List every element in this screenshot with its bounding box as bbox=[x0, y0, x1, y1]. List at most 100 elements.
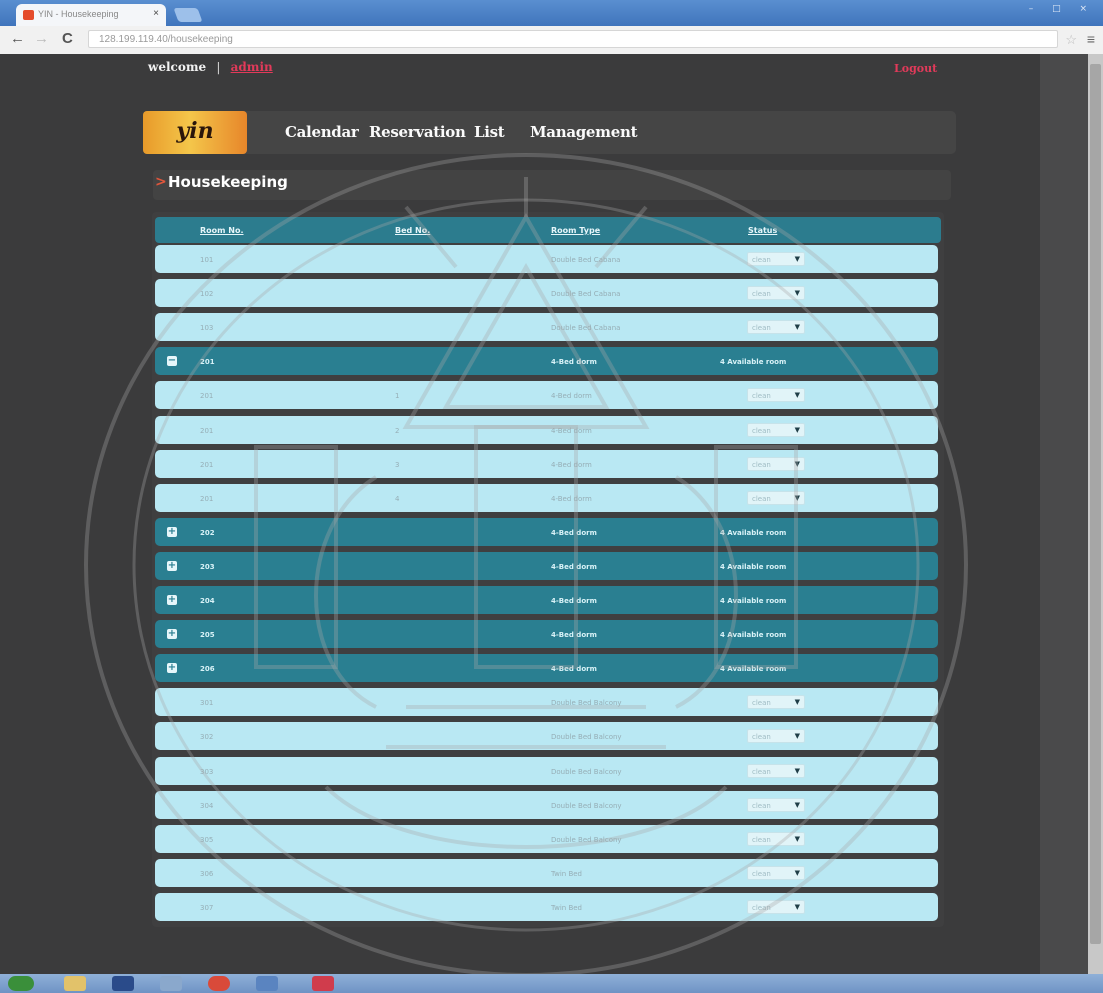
tab-close-icon[interactable]: × bbox=[153, 8, 159, 19]
table-row: 101 Double Bed Cabana clean ▼ bbox=[155, 245, 938, 273]
room-number: 102 bbox=[200, 290, 214, 299]
status-select[interactable]: clean ▼ bbox=[747, 797, 805, 812]
room-type: Double Bed Balcony bbox=[551, 835, 622, 844]
room-number: 302 bbox=[200, 733, 214, 742]
status-select[interactable]: clean ▼ bbox=[747, 763, 805, 778]
room-type: 4-Bed dorm bbox=[551, 358, 597, 367]
table-row: 305 Double Bed Balcony clean ▼ bbox=[155, 824, 938, 853]
room-type: Double Bed Cabana bbox=[551, 256, 621, 264]
app-icon[interactable] bbox=[160, 976, 182, 991]
status-value: clean bbox=[752, 801, 771, 810]
scrollbar-thumb[interactable] bbox=[1090, 64, 1101, 944]
status-select[interactable]: clean ▼ bbox=[747, 729, 805, 744]
room-number: 205 bbox=[200, 631, 215, 640]
tab-title: YIN - Housekeeping bbox=[38, 9, 119, 19]
chrome-icon[interactable] bbox=[208, 976, 230, 991]
status-select[interactable]: clean ▼ bbox=[747, 695, 805, 710]
photoshop-icon[interactable] bbox=[112, 976, 134, 991]
room-group-row[interactable]: +202 4-Bed dorm 4 Available room bbox=[155, 517, 938, 546]
caret-down-icon: ▼ bbox=[794, 902, 800, 911]
status-select[interactable]: clean ▼ bbox=[747, 252, 805, 266]
status-value: clean bbox=[752, 290, 771, 299]
status-select[interactable]: clean ▼ bbox=[747, 286, 805, 301]
bed-number: 4 bbox=[395, 494, 400, 503]
table-row: 303 Double Bed Balcony clean ▼ bbox=[155, 756, 938, 785]
column-header-room-type[interactable]: Room Type bbox=[551, 226, 600, 235]
room-type: Double Bed Balcony bbox=[551, 699, 622, 708]
page-side-margin bbox=[1040, 54, 1090, 974]
caret-down-icon: ▼ bbox=[794, 323, 800, 332]
plus-icon[interactable]: + bbox=[167, 663, 177, 674]
table-row: 201 1 4-Bed dorm clean ▼ bbox=[155, 381, 938, 410]
room-number: 201 bbox=[200, 358, 215, 367]
main-navbar: yin Calendar Reservation List Management bbox=[143, 111, 956, 154]
plus-icon[interactable]: + bbox=[167, 595, 177, 605]
logout-link[interactable]: Logout bbox=[894, 62, 937, 75]
table-header: Room No. Bed No. Room Type Status bbox=[155, 217, 941, 243]
status-select[interactable]: clean ▼ bbox=[747, 831, 805, 846]
room-type: Double Bed Balcony bbox=[551, 733, 622, 742]
room-group-row[interactable]: +204 4-Bed dorm 4 Available room bbox=[155, 586, 938, 614]
window-controls[interactable]: – □ × bbox=[1019, 4, 1095, 20]
room-type: 4-Bed dorm bbox=[551, 460, 592, 469]
status-value: clean bbox=[752, 460, 771, 469]
page-scrollbar[interactable] bbox=[1088, 54, 1103, 974]
yin-logo[interactable]: yin bbox=[143, 111, 247, 154]
room-type: Double Bed Cabana bbox=[551, 324, 621, 333]
caret-down-icon: ▼ bbox=[794, 255, 800, 263]
browser-menu-icon[interactable]: ≡ bbox=[1087, 31, 1095, 47]
room-group-row[interactable]: − 201 4-Bed dorm 4 Available room bbox=[155, 347, 938, 376]
minus-icon[interactable]: − bbox=[167, 356, 177, 367]
address-bar[interactable]: 128.199.119.40/housekeeping bbox=[88, 30, 1058, 48]
pdf-icon[interactable] bbox=[312, 976, 334, 991]
status-value: clean bbox=[752, 392, 771, 401]
room-number: 201 bbox=[200, 426, 214, 435]
explorer-icon[interactable] bbox=[256, 976, 278, 991]
status-value: clean bbox=[752, 494, 771, 503]
browser-tab[interactable]: YIN - Housekeeping × bbox=[16, 4, 166, 26]
page-title: Housekeeping bbox=[168, 173, 288, 191]
back-arrow-icon[interactable]: ← bbox=[10, 30, 25, 47]
availability-summary: 4 Available room bbox=[720, 631, 787, 640]
column-header-bed-no[interactable]: Bed No. bbox=[395, 226, 430, 235]
caret-down-icon: ▼ bbox=[794, 391, 800, 400]
status-select[interactable]: clean ▼ bbox=[747, 320, 805, 335]
breadcrumb-chevron-icon: > bbox=[155, 174, 167, 190]
bookmark-star-icon[interactable]: ☆ bbox=[1065, 32, 1077, 48]
bed-number: 1 bbox=[395, 392, 400, 401]
status-select[interactable]: clean ▼ bbox=[747, 899, 805, 914]
forward-arrow-icon[interactable]: → bbox=[34, 30, 49, 47]
room-type: 4-Bed dorm bbox=[551, 597, 597, 605]
nav-calendar[interactable]: Calendar bbox=[285, 123, 359, 141]
start-button-icon[interactable] bbox=[8, 976, 34, 991]
plus-icon[interactable]: + bbox=[167, 526, 177, 537]
username-link[interactable]: admin bbox=[231, 60, 273, 74]
caret-down-icon: ▼ bbox=[794, 698, 800, 707]
new-tab-button[interactable] bbox=[173, 8, 203, 22]
page-viewport: welcome | admin Logout yin Calendar Rese… bbox=[0, 54, 1103, 974]
plus-icon[interactable]: + bbox=[167, 560, 177, 571]
room-number: 201 bbox=[200, 460, 214, 469]
availability-summary: 4 Available room bbox=[720, 358, 787, 367]
room-group-row[interactable]: +203 4-Bed dorm 4 Available room bbox=[155, 551, 938, 580]
room-number: 202 bbox=[200, 528, 215, 537]
nav-reservation[interactable]: Reservation bbox=[369, 123, 466, 141]
status-select[interactable]: clean ▼ bbox=[747, 422, 805, 437]
folder-icon[interactable] bbox=[64, 976, 86, 991]
nav-list[interactable]: List bbox=[474, 123, 505, 141]
status-select[interactable]: clean ▼ bbox=[747, 865, 805, 880]
column-header-status[interactable]: Status bbox=[748, 226, 777, 235]
column-header-room-no[interactable]: Room No. bbox=[200, 226, 244, 235]
address-url: 128.199.119.40/housekeeping bbox=[99, 34, 233, 45]
reload-icon[interactable]: C bbox=[62, 30, 73, 47]
welcome-separator: | bbox=[216, 60, 221, 74]
room-group-row[interactable]: +205 4-Bed dorm 4 Available room bbox=[155, 620, 938, 649]
nav-management[interactable]: Management bbox=[530, 123, 638, 141]
plus-icon[interactable]: + bbox=[167, 629, 177, 640]
status-select[interactable]: clean ▼ bbox=[747, 388, 805, 403]
status-value: clean bbox=[752, 426, 771, 435]
room-number: 303 bbox=[200, 767, 214, 776]
room-group-row[interactable]: +206 4-Bed dorm 4 Available room bbox=[155, 654, 938, 683]
status-select[interactable]: clean ▼ bbox=[747, 490, 805, 505]
status-select[interactable]: clean ▼ bbox=[747, 456, 805, 471]
